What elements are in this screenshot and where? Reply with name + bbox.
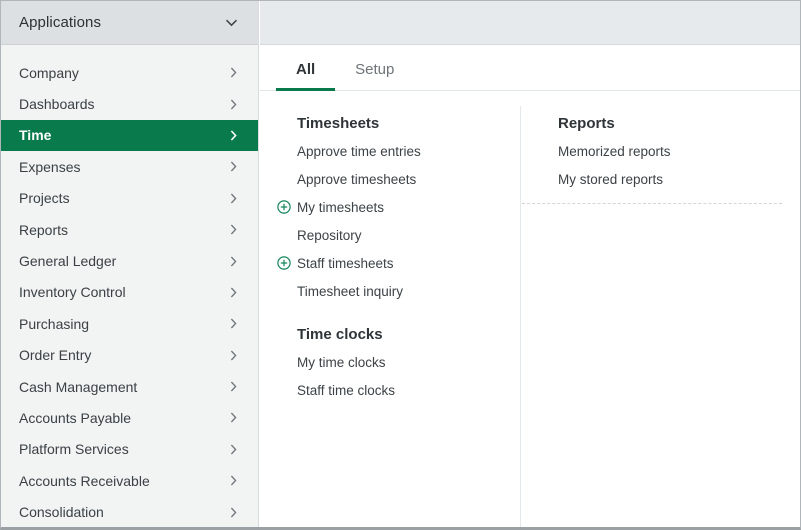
sidebar-item-dashboards[interactable]: Dashboards <box>1 88 258 119</box>
chevron-right-icon <box>230 130 237 141</box>
link-staff-timesheets[interactable]: Staff timesheets <box>297 256 394 271</box>
link-approve-time-entries[interactable]: Approve time entries <box>297 144 421 159</box>
column-right: Reports Memorized reports My stored repo… <box>520 91 800 527</box>
main-panel: All Setup Timesheets Approve time entrie… <box>260 1 800 527</box>
sidebar-item-order-entry[interactable]: Order Entry <box>1 340 258 371</box>
chevron-down-icon <box>225 19 238 27</box>
chevron-right-icon <box>230 350 237 361</box>
sidebar-item-projects[interactable]: Projects <box>1 183 258 214</box>
add-icon[interactable] <box>277 200 291 214</box>
link-approve-timesheets[interactable]: Approve timesheets <box>297 172 416 187</box>
chevron-right-icon <box>230 444 237 455</box>
sidebar-list: Company Dashboards Time Expenses Project… <box>1 45 258 528</box>
sidebar-item-platform-services[interactable]: Platform Services <box>1 434 258 465</box>
chevron-right-icon <box>230 161 237 172</box>
chevron-right-icon <box>230 318 237 329</box>
sidebar-item-inventory-control[interactable]: Inventory Control <box>1 277 258 308</box>
menu-content: Timesheets Approve time entries Approve … <box>260 91 800 527</box>
chevron-right-icon <box>230 224 237 235</box>
section-timesheets: Timesheets Approve time entries Approve … <box>297 115 520 299</box>
link-my-time-clocks[interactable]: My time clocks <box>297 355 386 370</box>
tab-all[interactable]: All <box>276 61 335 90</box>
add-icon[interactable] <box>277 256 291 270</box>
applications-menu-panel: Applications Company Dashboards Time Exp… <box>0 0 801 530</box>
column-left: Timesheets Approve time entries Approve … <box>260 91 520 527</box>
section-reports: Reports Memorized reports My stored repo… <box>558 115 782 204</box>
chevron-right-icon <box>230 475 237 486</box>
section-title: Reports <box>558 115 782 132</box>
column-divider <box>520 106 521 527</box>
chevron-right-icon <box>230 99 237 110</box>
chevron-right-icon <box>230 381 237 392</box>
tab-bar: All Setup <box>260 45 800 91</box>
link-timesheet-inquiry[interactable]: Timesheet inquiry <box>297 284 403 299</box>
sidebar-item-accounts-receivable[interactable]: Accounts Receivable <box>1 465 258 496</box>
chevron-right-icon <box>230 67 237 78</box>
chevron-right-icon <box>230 287 237 298</box>
sidebar-item-time[interactable]: Time <box>1 120 258 151</box>
sidebar-item-accounts-payable[interactable]: Accounts Payable <box>1 402 258 433</box>
sidebar-item-purchasing[interactable]: Purchasing <box>1 308 258 339</box>
section-time-clocks: Time clocks My time clocks Staff time cl… <box>297 326 520 398</box>
chevron-right-icon <box>230 412 237 423</box>
link-staff-time-clocks[interactable]: Staff time clocks <box>297 383 395 398</box>
sidebar: Applications Company Dashboards Time Exp… <box>1 1 259 527</box>
sidebar-item-general-ledger[interactable]: General Ledger <box>1 245 258 276</box>
chevron-right-icon <box>230 193 237 204</box>
link-repository[interactable]: Repository <box>297 228 362 243</box>
sidebar-item-expenses[interactable]: Expenses <box>1 151 258 182</box>
top-strip <box>260 1 800 45</box>
link-memorized-reports[interactable]: Memorized reports <box>558 144 671 159</box>
dashed-divider <box>522 203 782 204</box>
applications-dropdown-label: Applications <box>19 14 101 31</box>
tab-setup[interactable]: Setup <box>335 61 414 90</box>
sidebar-item-consolidation[interactable]: Consolidation <box>1 496 258 527</box>
section-title: Timesheets <box>297 115 520 132</box>
sidebar-item-reports[interactable]: Reports <box>1 214 258 245</box>
chevron-right-icon <box>230 256 237 267</box>
link-my-timesheets[interactable]: My timesheets <box>297 200 384 215</box>
section-title: Time clocks <box>297 326 520 343</box>
chevron-right-icon <box>230 507 237 518</box>
sidebar-item-cash-management[interactable]: Cash Management <box>1 371 258 402</box>
sidebar-item-company[interactable]: Company <box>1 57 258 88</box>
applications-dropdown-header[interactable]: Applications <box>1 1 258 45</box>
link-my-stored-reports[interactable]: My stored reports <box>558 172 663 187</box>
